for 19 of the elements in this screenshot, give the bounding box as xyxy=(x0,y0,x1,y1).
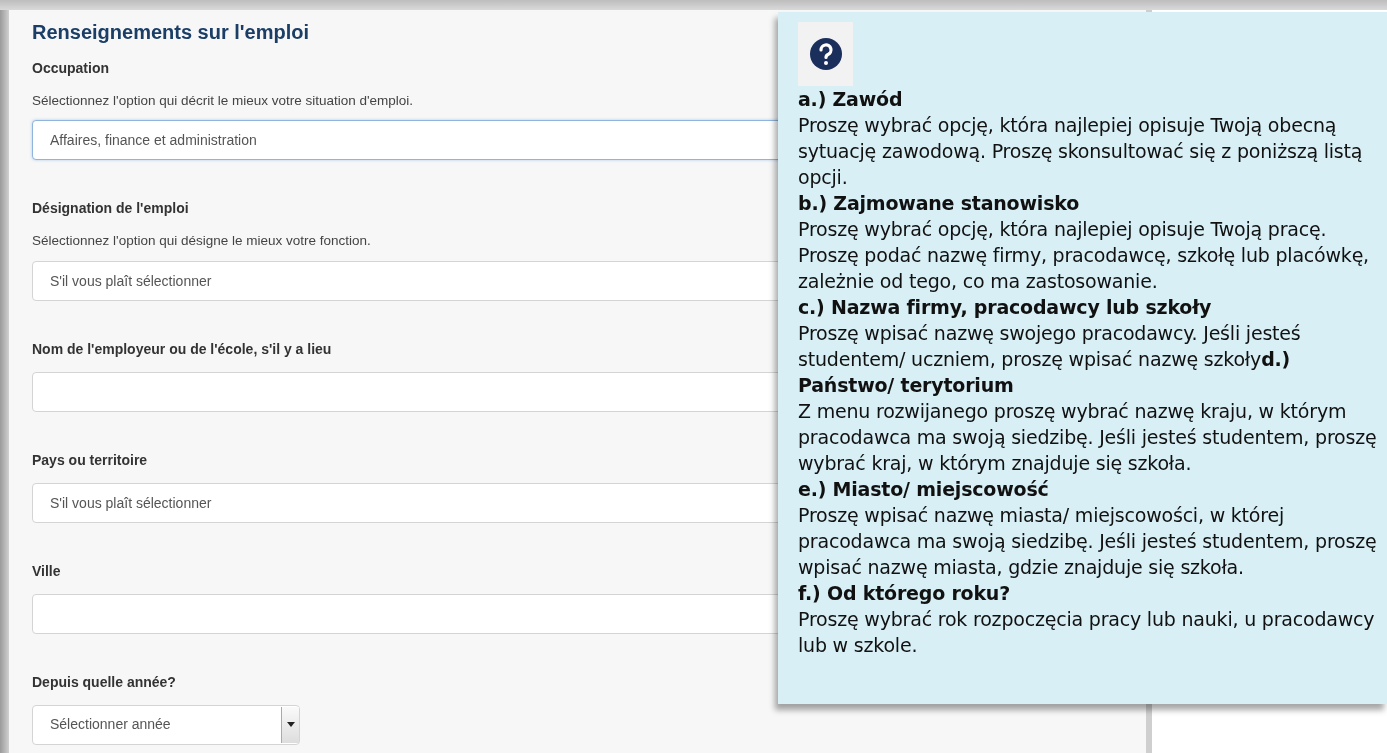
field-label: Désignation de l'emploi xyxy=(32,199,189,219)
field-label: Nom de l'employeur ou de l'école, s'il y a lieu xyxy=(32,339,332,359)
section-title: Renseignements sur l'emploi xyxy=(32,20,311,44)
field-hint: Sélectionnez l'option qui décrit le mieux votre situation d'emploi. xyxy=(32,92,414,110)
field-label: Pays ou territoire xyxy=(32,450,148,470)
help-heading: b.) Zajmowane stanowisko xyxy=(798,191,1080,216)
field-label: Depuis quelle année? xyxy=(32,672,176,692)
help-text: Proszę wpisać nazwę swojego pracodawcy. Jeśli jesteś studentem/ uczniem, proszę wpisać nazwę szkołyd.) xyxy=(798,321,1302,372)
caret-icon xyxy=(286,722,295,727)
help-heading: f.) Od którego roku? xyxy=(798,581,1010,606)
help-text: Z menu rozwijanego proszę wybrać nazwę kraju, w którym pracodawca ma swoją siedzibę. Jeśli jesteś studentem, proszę wybrać kraj, w którym znajduje się szkoła. xyxy=(798,399,1378,476)
field-hint: Sélectionnez l'option qui désigne le mieux votre fonction. xyxy=(32,232,371,251)
help-icon xyxy=(808,37,843,71)
dropdown[interactable]: Sélectionner année xyxy=(32,704,300,745)
field-label: Occupation xyxy=(32,59,109,78)
help-text: Proszę wybrać rok rozpoczęcia pracy lub nauki, u pracodawcy lub w szkole. xyxy=(798,607,1376,658)
help-heading: Państwo/ terytorium xyxy=(798,373,1014,398)
field-label: Ville xyxy=(32,561,61,581)
help-heading: a.) Zawód xyxy=(798,87,903,112)
